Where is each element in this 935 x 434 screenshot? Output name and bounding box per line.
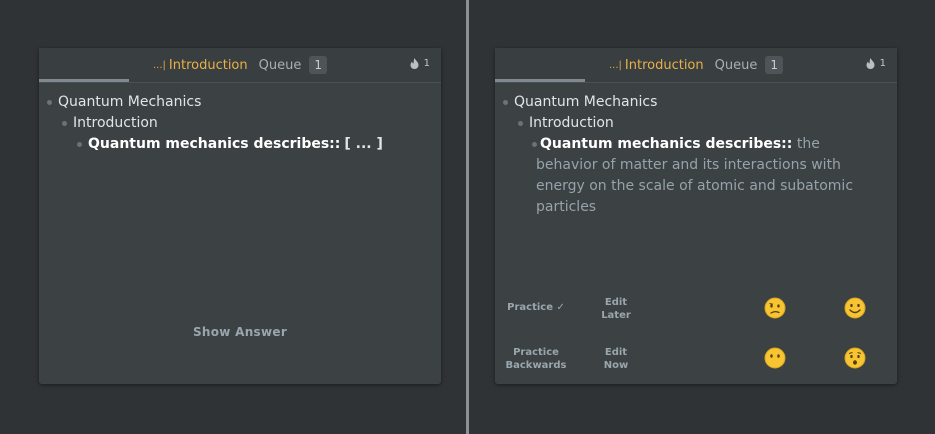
practice-button[interactable]: Practice ✓ — [501, 301, 571, 314]
queue-count-badge: 1 — [309, 56, 327, 74]
flame-icon — [866, 58, 875, 69]
breadcrumb-prefix[interactable]: ...| — [609, 60, 622, 71]
tree-node-label: Quantum Mechanics — [58, 94, 202, 110]
smiling-face-icon[interactable] — [844, 297, 866, 319]
card-header: ...| Introduction Queue 1 1 — [495, 48, 897, 83]
bullet-icon — [77, 142, 82, 147]
queue-label: Queue — [714, 57, 758, 73]
confused-face-icon[interactable] — [764, 297, 786, 319]
breadcrumb-title[interactable]: Introduction — [169, 58, 248, 73]
flashcard-answer: ...| Introduction Queue 1 1 Quantum Mech… — [495, 48, 897, 384]
card-header: ...| Introduction Queue 1 1 — [39, 48, 441, 83]
tree-node-label: Introduction — [73, 115, 158, 131]
streak-stat: 1 — [866, 58, 886, 69]
streak-count: 1 — [423, 58, 430, 69]
flame-icon — [410, 58, 419, 69]
tree-node-child[interactable]: Introduction — [518, 113, 614, 134]
bullet-icon — [518, 121, 523, 126]
breadcrumb-prefix[interactable]: ...| — [153, 60, 166, 71]
cloze-placeholder: [ ... ] — [344, 136, 383, 152]
practice-backwards-label-1: Practice — [513, 347, 559, 358]
tree-node-root[interactable]: Quantum Mechanics — [47, 92, 202, 113]
edit-now-label-2: Now — [603, 360, 629, 371]
tree-node-root[interactable]: Quantum Mechanics — [503, 92, 658, 113]
breadcrumb-title[interactable]: Introduction — [625, 58, 704, 73]
question-text: Quantum mechanics describes:: — [88, 136, 341, 152]
bullet-icon — [503, 100, 508, 105]
practice-backwards-button[interactable]: Practice Backwards — [501, 346, 571, 372]
left-pane: ...| Introduction Queue 1 1 Quantum Mech… — [0, 0, 466, 434]
tree-node-child[interactable]: Introduction — [62, 113, 158, 134]
bullet-icon — [47, 100, 52, 105]
active-tab-indicator — [495, 79, 585, 82]
breadcrumb: ...| Introduction Queue 1 — [495, 55, 897, 75]
bullet-icon — [532, 142, 537, 147]
edit-later-label-2: Later — [601, 310, 631, 321]
edit-now-button[interactable]: Edit Now — [583, 346, 649, 372]
question-text: Quantum mechanics describes:: — [540, 136, 793, 152]
tree-node-label: Quantum Mechanics — [514, 94, 658, 110]
breadcrumb: ...| Introduction Queue 1 — [39, 55, 441, 75]
active-tab-indicator — [39, 79, 129, 82]
edit-later-label-1: Edit — [604, 297, 628, 308]
worried-face-icon[interactable] — [844, 347, 866, 369]
tree-node-question[interactable]: Quantum mechanics describes::[ ... ] — [77, 134, 383, 155]
bullet-icon — [62, 121, 67, 126]
streak-stat: 1 — [410, 58, 430, 69]
flashcard-question: ...| Introduction Queue 1 1 Quantum Mech… — [39, 48, 441, 384]
tree-node-label: Introduction — [529, 115, 614, 131]
show-answer-button[interactable]: Show Answer — [39, 325, 441, 339]
queue-count-badge: 1 — [765, 56, 783, 74]
tree-node-answer[interactable]: Quantum mechanics describes:: the behavi… — [532, 134, 876, 218]
queue-label: Queue — [258, 57, 302, 73]
practice-backwards-label-2: Backwards — [505, 360, 567, 371]
edit-now-label-1: Edit — [604, 347, 628, 358]
right-pane: ...| Introduction Queue 1 1 Quantum Mech… — [469, 0, 935, 434]
neutral-face-icon[interactable] — [764, 347, 786, 369]
streak-count: 1 — [879, 58, 886, 69]
edit-later-button[interactable]: Edit Later — [583, 296, 649, 322]
